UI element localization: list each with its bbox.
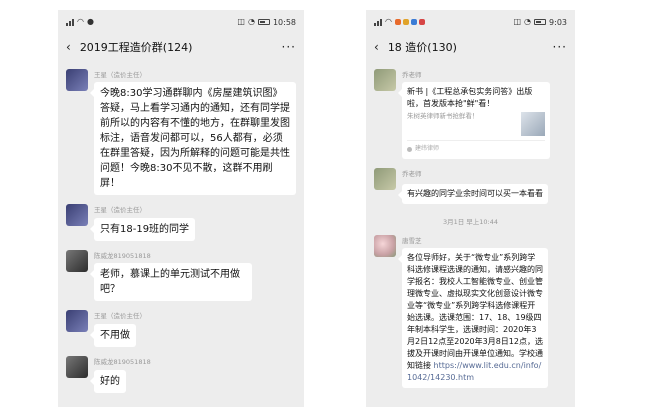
sender-name: 王星（造价主任） <box>94 312 146 320</box>
chat-message: 乔老师 新书 |《工程总承包实务问答》出版啦，首发版本抢"鲜"看！ 朱树英律师新… <box>374 69 567 159</box>
card-title: 新书 |《工程总承包实务问答》出版啦，首发版本抢"鲜"看！ <box>407 87 533 108</box>
status-time: 9:03 <box>549 17 567 27</box>
chat-header: ‹ 2019工程造价群(124) ··· <box>58 34 304 60</box>
message-list[interactable]: 乔老师 新书 |《工程总承包实务问答》出版啦，首发版本抢"鲜"看！ 朱树英律师新… <box>366 69 575 388</box>
avatar[interactable] <box>374 69 396 91</box>
chat-title: 18 造价(130) <box>387 41 457 54</box>
vibrate-icon: ◫ <box>513 17 522 26</box>
chat-message: 王星（造价主任） 今晚8:30学习通群聊内《房屋建筑识图》答疑，马上看学习通内的… <box>66 69 296 195</box>
status-time: 10:58 <box>272 17 296 27</box>
signal-icon <box>66 18 74 26</box>
message-timestamp: 3月1日 早上10:44 <box>442 218 499 226</box>
wifi-icon: ◠ <box>385 17 392 26</box>
back-arrow-icon[interactable]: ‹ <box>374 40 379 54</box>
message-bubble[interactable]: 今晚8:30学习通群聊内《房屋建筑识图》答疑，马上看学习通内的通知，还有同学提前… <box>90 82 296 195</box>
back-arrow-icon[interactable]: ‹ <box>66 40 71 54</box>
phone-left: ◠ ● ◫ ◔ 10:58 ‹ 2019工程造价群(124) ··· 王星（造价… <box>58 10 304 407</box>
vibrate-icon: ◫ <box>237 17 245 26</box>
sender-name: 陈威龙819051818 <box>94 358 151 366</box>
chat-header: ‹ 18 造价(130) ··· <box>366 34 575 60</box>
message-bubble[interactable]: 好的 <box>90 370 126 393</box>
source-icon <box>407 146 412 152</box>
sender-name: 陈威龙819051818 <box>94 252 151 260</box>
more-options-icon[interactable]: ··· <box>553 40 567 54</box>
avatar[interactable] <box>66 356 88 378</box>
wifi-icon: ◠ <box>77 17 84 26</box>
message-bubble[interactable]: 只有18-19班的同学 <box>89 218 196 241</box>
message-list[interactable]: 王星（造价主任） 今晚8:30学习通群聊内《房屋建筑识图》答疑，马上看学习通内的… <box>58 69 304 393</box>
article-card[interactable]: 新书 |《工程总承包实务问答》出版啦，首发版本抢"鲜"看！ 朱树英律师新书抢鲜看… <box>398 82 550 159</box>
chat-message: 乔老师 有兴趣的同学业余时间可以买一本看看 <box>374 168 567 204</box>
chat-message: 王星（造价主任） 不用做 <box>66 310 296 347</box>
message-text: 各位导师好，关于“微专业”系列跨学科选修课程选课的通知，请感兴趣的同学报名：我校… <box>407 253 543 370</box>
sender-name: 王星（造价主任） <box>94 71 146 79</box>
signal-icon <box>374 18 382 26</box>
sender-name: 乔老师 <box>402 71 422 79</box>
sender-name: 王星（造价主任） <box>94 206 146 214</box>
message-bubble[interactable]: 各位导师好，关于“微专业”系列跨学科选修课程选课的通知，请感兴趣的同学报名：我校… <box>398 248 548 388</box>
message-bubble[interactable]: 老师，慕课上的单元测试不用做吧？ <box>90 263 252 301</box>
card-thumbnail <box>521 112 545 136</box>
chat-message: 王星（造价主任） 只有18-19班的同学 <box>66 204 296 241</box>
message-bubble[interactable]: 有兴趣的同学业余时间可以买一本看看 <box>398 184 548 204</box>
avatar[interactable] <box>66 250 88 272</box>
more-options-icon[interactable]: ··· <box>282 40 296 54</box>
sender-name: 乔老师 <box>402 170 422 178</box>
sender-name: 唐雪芝 <box>402 237 422 245</box>
card-source-name: 建纬律师 <box>415 145 440 152</box>
chat-message: 陈威龙819051818 好的 <box>66 356 296 393</box>
avatar[interactable] <box>374 168 396 190</box>
status-bar: ◠ ● ◫ ◔ 10:58 <box>58 10 304 34</box>
notification-icon: ● <box>86 17 94 26</box>
alarm-icon: ◔ <box>247 17 255 26</box>
card-source: 建纬律师 <box>407 140 545 155</box>
battery-icon <box>257 19 270 25</box>
card-subtitle: 朱树英律师新书抢鲜看！ <box>407 112 479 120</box>
alarm-icon: ◔ <box>524 17 532 26</box>
avatar[interactable] <box>66 310 88 332</box>
chat-message: 陈威龙819051818 老师，慕课上的单元测试不用做吧？ <box>66 250 296 301</box>
chat-message: 唐雪芝 各位导师好，关于“微专业”系列跨学科选修课程选课的通知，请感兴趣的同学报… <box>374 235 567 388</box>
avatar[interactable] <box>66 204 88 226</box>
status-bar: ◠ ◫ ◔ 9:03 <box>366 10 575 34</box>
phone-right: ◠ ◫ ◔ 9:03 ‹ 18 造价(130) ··· 乔老师 新书 |《工程总… <box>366 10 575 407</box>
app-notification-icons <box>394 19 425 25</box>
battery-icon <box>534 19 547 25</box>
avatar[interactable] <box>66 69 88 91</box>
avatar[interactable] <box>374 235 396 257</box>
chat-title: 2019工程造价群(124) <box>79 41 193 54</box>
message-bubble[interactable]: 不用做 <box>90 324 136 347</box>
